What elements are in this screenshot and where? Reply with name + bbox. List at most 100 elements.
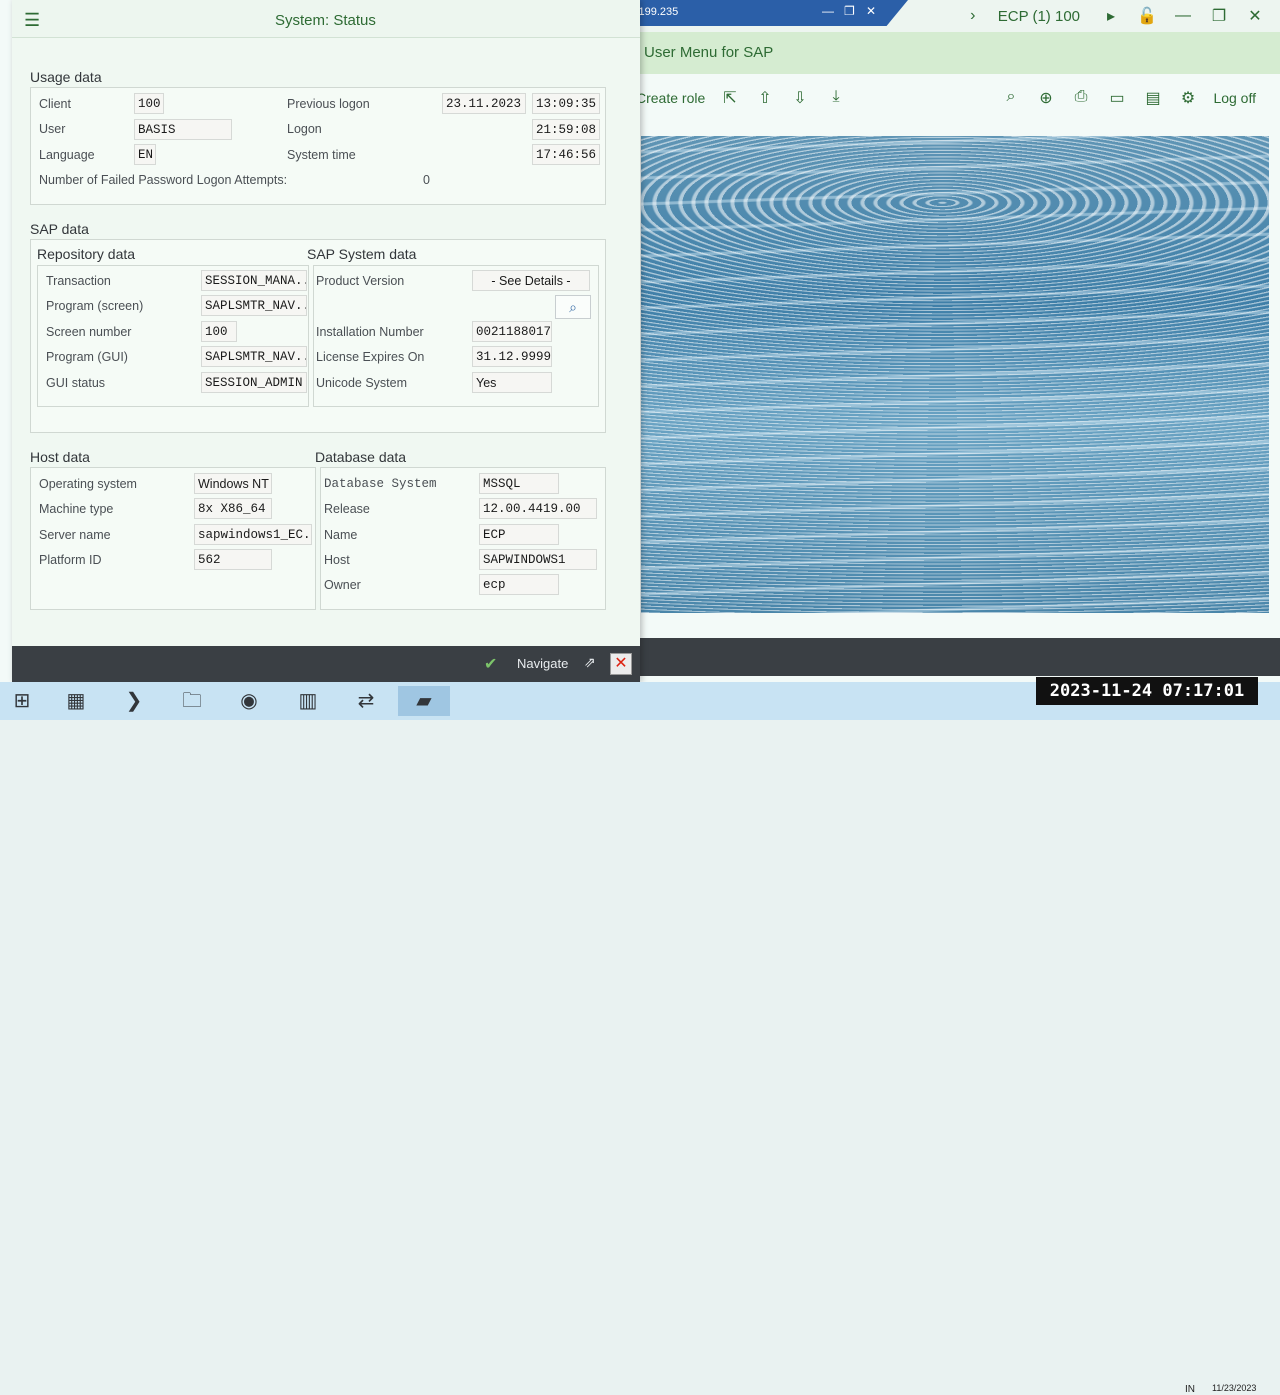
background-toolbar: Create role ⇱ ⇧ ⇩ ⤓ ⌕ ⊕ ⎙ ▭ ▤ ⚙ Log off xyxy=(636,76,1280,120)
lock-icon[interactable]: 🔓 xyxy=(1136,6,1158,26)
server-name-field[interactable]: sapwindows1_EC... xyxy=(194,524,312,545)
db-name-label: Name xyxy=(324,528,358,542)
screen-number-field[interactable]: 100 xyxy=(201,321,237,342)
restore-icon[interactable]: ❐ xyxy=(844,4,855,18)
gui-status-label: GUI status xyxy=(46,376,106,390)
minimize-icon[interactable]: — xyxy=(1172,7,1194,25)
machine-type-label: Machine type xyxy=(39,502,114,516)
installation-number-field[interactable]: 0021188017 xyxy=(472,321,552,342)
server-name-label: Server name xyxy=(39,528,111,542)
network-icon[interactable]: ⇄ xyxy=(346,686,386,716)
tray-language[interactable]: IN xyxy=(1185,1384,1195,1395)
close-window-icon[interactable]: ✕ xyxy=(1244,6,1266,26)
gui-status-field[interactable]: SESSION_ADMIN xyxy=(201,372,307,393)
minimize-icon[interactable]: — xyxy=(822,4,834,18)
water-ripple-image xyxy=(641,136,1269,613)
unicode-system-field[interactable]: Yes xyxy=(472,372,552,393)
unicode-system-label: Unicode System xyxy=(316,376,408,390)
system-time-label: System time xyxy=(287,148,356,162)
failed-attempts-label: Number of Failed Password Logon Attempts… xyxy=(39,173,288,187)
client-label: Client xyxy=(39,97,71,111)
search-icon[interactable]: ⌕ xyxy=(1001,88,1021,106)
system-time-field[interactable]: 17:46:56 xyxy=(532,144,600,165)
window-icon[interactable]: ▤ xyxy=(1143,88,1163,108)
system-status-dialog: ☰ System: Status Usage data Client 100 U… xyxy=(12,0,640,682)
program-gui-label: Program (GUI) xyxy=(46,350,128,364)
transaction-label: Transaction xyxy=(46,274,111,288)
previous-logon-time-field[interactable]: 13:09:35 xyxy=(532,93,600,114)
release-field[interactable]: 12.00.4419.00 xyxy=(479,498,597,519)
checkmark-icon[interactable]: ✔ xyxy=(484,654,497,674)
repository-data-title: Repository data xyxy=(37,246,136,262)
close-icon[interactable]: ✕ xyxy=(866,4,876,18)
close-dialog-button[interactable]: ✕ xyxy=(610,653,632,675)
program-screen-field[interactable]: SAPLSMTR_NAV... xyxy=(201,295,307,316)
db-owner-field[interactable]: ecp xyxy=(479,574,559,595)
sort-icon[interactable]: ⤓ xyxy=(826,88,846,106)
failed-attempts-value: 0 xyxy=(423,173,430,187)
db-host-field[interactable]: SAPWINDOWS1 xyxy=(479,549,597,570)
navigate-button[interactable]: Navigate xyxy=(517,656,568,671)
transaction-field[interactable]: SESSION_MANA... xyxy=(201,270,307,291)
server-manager-icon[interactable]: ▦ xyxy=(56,686,96,716)
machine-type-field[interactable]: 8x X86_64 xyxy=(194,498,272,519)
logoff-button[interactable]: Log off xyxy=(1213,90,1256,106)
play-icon[interactable]: ▸ xyxy=(1100,6,1122,26)
sap-data-title: SAP data xyxy=(30,221,89,237)
dialog-footer: ✔ Navigate ⇗ ✕ xyxy=(12,646,640,682)
background-header: User Menu for SAP xyxy=(640,32,1280,74)
chevron-right-icon[interactable]: › xyxy=(962,7,984,25)
user-field[interactable]: BASIS xyxy=(134,119,232,140)
usage-data-title: Usage data xyxy=(30,69,102,85)
screen-number-label: Screen number xyxy=(46,325,132,339)
program-gui-field[interactable]: SAPLSMTR_NAV... xyxy=(201,346,307,367)
maximize-icon[interactable]: ❐ xyxy=(1208,6,1230,26)
settings-icon[interactable]: ⚙ xyxy=(1178,88,1198,108)
chrome-icon[interactable]: ◉ xyxy=(229,686,269,716)
db-name-field[interactable]: ECP xyxy=(479,524,559,545)
upload-icon[interactable]: ⇧ xyxy=(755,88,775,108)
logon-time-field[interactable]: 21:59:08 xyxy=(532,119,600,140)
hamburger-icon[interactable]: ☰ xyxy=(24,10,40,31)
dialog-title: System: Status xyxy=(275,12,376,29)
sap-gui-icon[interactable]: ▰ xyxy=(398,686,450,716)
db-host-label: Host xyxy=(324,553,350,567)
database-system-field[interactable]: MSSQL xyxy=(479,473,559,494)
db-owner-label: Owner xyxy=(324,578,361,592)
installation-number-label: Installation Number xyxy=(316,325,424,339)
platform-id-label: Platform ID xyxy=(39,553,102,567)
create-role-button[interactable]: Create role xyxy=(636,90,705,106)
language-field[interactable]: EN xyxy=(134,144,156,165)
database-data-title: Database data xyxy=(315,449,407,465)
program-screen-label: Program (screen) xyxy=(46,299,144,313)
database-system-label: Database System xyxy=(324,477,437,491)
search-more-icon[interactable]: ⊕ xyxy=(1036,88,1056,108)
product-version-label: Product Version xyxy=(316,274,405,288)
host-data-title: Host data xyxy=(30,449,90,465)
windows-start-icon[interactable]: ⊞ xyxy=(2,686,42,716)
sap-logon-icon[interactable]: ▥ xyxy=(288,686,328,716)
product-version-field[interactable]: - See Details - xyxy=(472,270,590,291)
sap-system-data-title: SAP System data xyxy=(307,246,417,262)
background-status-bar xyxy=(640,638,1280,676)
dialog-header: ☰ System: Status xyxy=(12,0,640,38)
tray-date[interactable]: 11/23/2023 xyxy=(1212,1383,1256,1393)
previous-logon-date-field[interactable]: 23.11.2023 xyxy=(442,93,526,114)
download-icon[interactable]: ⇩ xyxy=(790,88,810,108)
license-expires-label: License Expires On xyxy=(316,350,425,364)
external-link-icon[interactable]: ⇗ xyxy=(584,654,596,671)
client-field[interactable]: 100 xyxy=(134,93,164,114)
release-label: Release xyxy=(324,502,370,516)
operating-system-field[interactable]: Windows NT xyxy=(194,473,272,494)
export-icon[interactable]: ⇱ xyxy=(720,88,740,108)
product-details-button[interactable]: ⌕ xyxy=(555,295,591,319)
license-expires-field[interactable]: 31.12.9999 xyxy=(472,346,552,367)
print-icon[interactable]: ⎙ xyxy=(1071,88,1091,106)
platform-id-field[interactable]: 562 xyxy=(194,549,272,570)
file-explorer-icon[interactable]: 🗀 xyxy=(172,686,212,716)
layout-icon[interactable]: ▭ xyxy=(1107,88,1127,108)
user-label: User xyxy=(39,122,66,136)
previous-logon-label: Previous logon xyxy=(287,97,370,111)
powershell-icon[interactable]: ❯ xyxy=(114,686,154,716)
search-icon: ⌕ xyxy=(569,299,577,315)
